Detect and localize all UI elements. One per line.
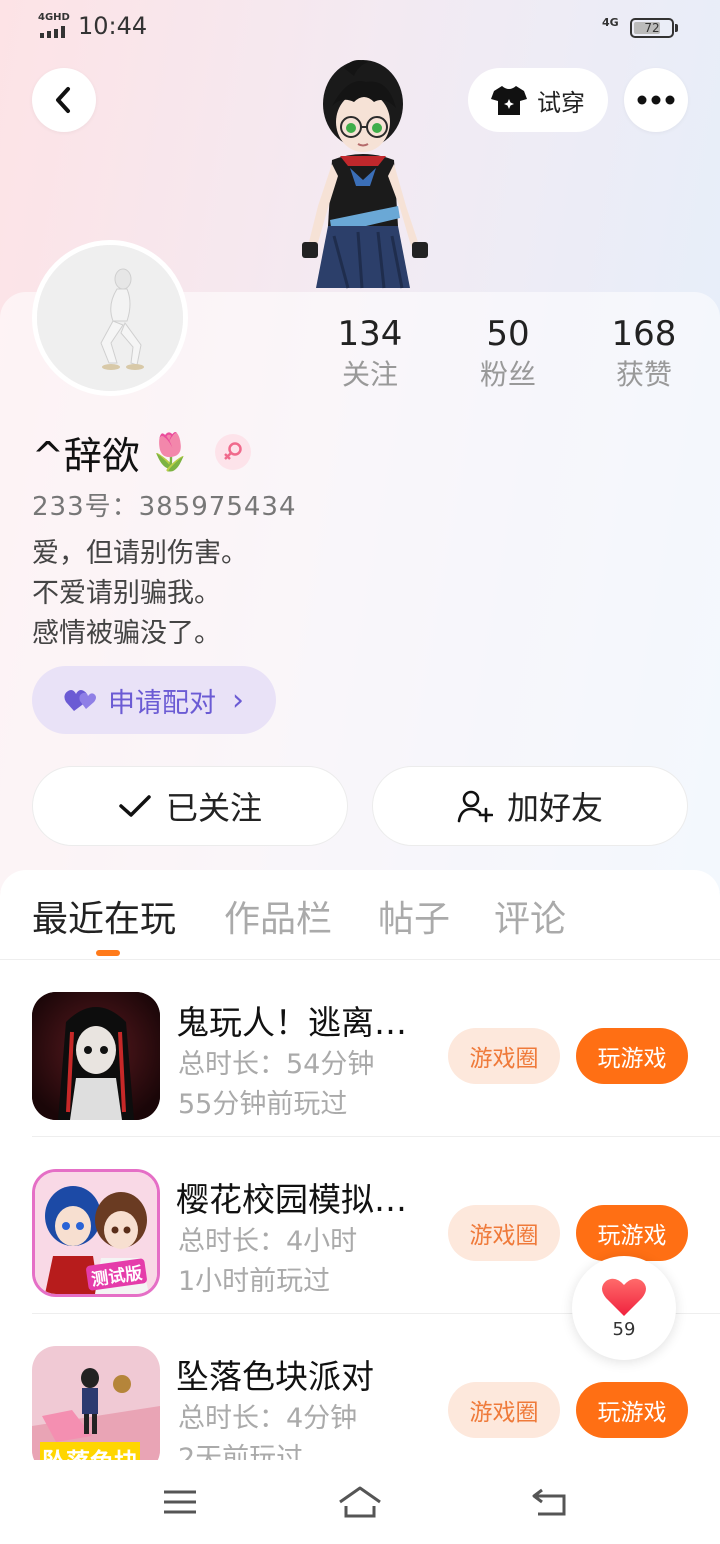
game-last-played: 55分钟前玩过 — [178, 1089, 348, 1120]
stat-following-label: 关注 — [341, 358, 398, 391]
try-on-label: 试穿 — [537, 88, 585, 117]
game-duration: 总时长：54分钟 — [178, 1049, 375, 1080]
game-last-played: 2天前玩过 — [178, 1443, 304, 1460]
nickname: ^辞欲 — [32, 433, 140, 478]
network-type: 4G — [602, 16, 619, 29]
female-icon — [214, 434, 251, 470]
like-count: 59 — [612, 1318, 636, 1340]
nickname-row: ^辞欲 🌷 — [32, 424, 251, 480]
game-duration: 总时长：4分钟 — [178, 1403, 358, 1434]
tab-posts[interactable]: 帖子 — [378, 890, 450, 942]
bio: 爱，但请别伤害。 不爱请别骗我。 感情被骗没了。 — [32, 534, 248, 654]
game-icon[interactable]: 坠落色块 — [32, 1346, 160, 1460]
status-bar: 4GHD 10:44 4G 72 — [0, 0, 720, 54]
stat-fans-value: 50 — [486, 314, 530, 354]
bio-line: 感情被骗没了。 — [32, 618, 221, 649]
more-dots-icon — [637, 95, 675, 105]
back-arrow-icon — [56, 87, 70, 113]
game-circle-button[interactable]: 游戏圈 — [448, 1382, 560, 1438]
battery-level: 72 — [644, 21, 660, 35]
game-list-item[interactable]: 鬼玩人！逃离… 总时长：54分钟 55分钟前玩过 游戏圈 玩游戏 — [0, 960, 720, 1137]
stat-likes[interactable]: 168 获赞 — [574, 312, 714, 394]
game-circle-button[interactable]: 游戏圈 — [448, 1205, 560, 1261]
character-illustration — [302, 60, 428, 289]
bio-line: 不爱请别骗我。 — [32, 578, 221, 609]
followed-label: 已关注 — [165, 789, 262, 827]
play-game-button[interactable]: 玩游戏 — [576, 1205, 688, 1261]
avatar-figure[interactable] — [288, 56, 438, 296]
avatar[interactable] — [32, 240, 188, 396]
game-duration: 总时长：4小时 — [178, 1226, 358, 1257]
followed-button[interactable]: 已关注 — [32, 766, 348, 846]
tab-comments[interactable]: 评论 — [494, 890, 566, 942]
chevron-right-icon: › — [232, 682, 244, 718]
game-icon[interactable] — [32, 992, 160, 1120]
icon-badge: 坠落色块 — [40, 1442, 140, 1460]
active-tab-indicator — [96, 950, 120, 956]
game-title: 鬼玩人！逃离… — [176, 1003, 407, 1042]
bio-line: 爱，但请别伤害。 — [32, 538, 248, 569]
game-title: 樱花校园模拟… — [176, 1180, 407, 1219]
signal-bars-icon — [40, 26, 65, 38]
avatar-image — [37, 245, 183, 391]
tulip-emoji: 🌷 — [147, 432, 193, 473]
user-id: 233号：385975434 — [32, 492, 297, 522]
home-icon[interactable] — [336, 1482, 384, 1522]
like-button[interactable]: 59 — [572, 1256, 676, 1360]
more-button[interactable] — [624, 68, 688, 132]
system-nav-bar — [0, 1460, 720, 1544]
play-game-button[interactable]: 玩游戏 — [576, 1382, 688, 1438]
stat-following-value: 134 — [337, 314, 403, 354]
request-pair-label: 申请配对 — [108, 687, 216, 719]
play-game-button[interactable]: 玩游戏 — [576, 1028, 688, 1084]
tab-bar: 最近在玩 作品栏 帖子 评论 — [0, 870, 720, 960]
menu-icon[interactable] — [156, 1482, 204, 1522]
game-title: 坠落色块派对 — [176, 1357, 374, 1396]
heart-icon — [602, 1278, 646, 1316]
hearts-icon — [64, 690, 96, 711]
add-friend-label: 加好友 — [506, 789, 603, 827]
stat-likes-label: 获赞 — [615, 358, 672, 391]
add-user-icon — [457, 790, 493, 823]
game-icon[interactable]: 测试版 — [32, 1169, 160, 1297]
add-friend-button[interactable]: 加好友 — [372, 766, 688, 846]
request-pair-button[interactable]: 申请配对 › — [32, 666, 276, 734]
check-icon — [119, 795, 151, 817]
back-button[interactable] — [32, 68, 96, 132]
stat-fans-label: 粉丝 — [479, 358, 536, 391]
battery-icon: 72 — [630, 18, 678, 38]
back-nav-icon[interactable] — [526, 1482, 574, 1522]
game-last-played: 1小时前玩过 — [178, 1266, 331, 1297]
stat-fans[interactable]: 50 粉丝 — [438, 312, 578, 394]
profile-stats: 134 关注 50 粉丝 168 获赞 — [300, 312, 720, 402]
stat-likes-value: 168 — [611, 314, 677, 354]
status-time: 10:44 — [78, 12, 148, 40]
try-on-button[interactable]: 试穿 — [468, 68, 608, 132]
tshirt-icon — [491, 86, 527, 115]
tab-recently-played[interactable]: 最近在玩 — [32, 890, 176, 942]
signal-indicator: 4GHD — [38, 12, 72, 40]
stat-following[interactable]: 134 关注 — [300, 312, 440, 394]
network-tag: 4GHD — [38, 12, 70, 23]
game-circle-button[interactable]: 游戏圈 — [448, 1028, 560, 1084]
tab-works[interactable]: 作品栏 — [224, 890, 332, 942]
